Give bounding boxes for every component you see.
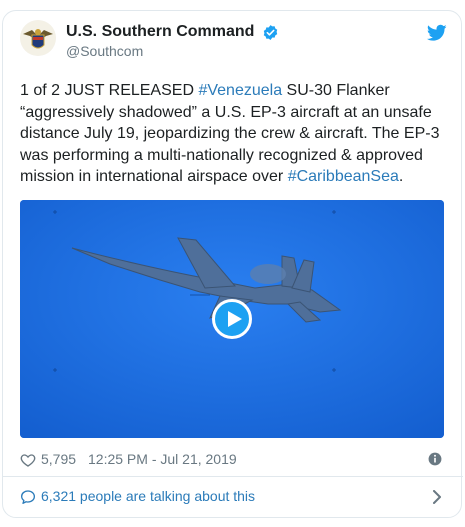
hashtag-link[interactable]: #CaribbeanSea bbox=[288, 168, 399, 185]
talking-about-text[interactable]: 6,321 people are talking about this bbox=[41, 488, 255, 504]
heart-icon[interactable] bbox=[20, 452, 36, 468]
verified-badge-icon bbox=[263, 24, 278, 40]
display-name[interactable]: U.S. Southern Command bbox=[66, 22, 254, 42]
play-button[interactable] bbox=[212, 299, 252, 339]
timestamp[interactable]: 12:25 PM - Jul 21, 2019 bbox=[88, 451, 237, 467]
avatar[interactable] bbox=[20, 20, 56, 56]
tweet-meta: 5,795 12:25 PM - Jul 21, 2019 bbox=[20, 450, 442, 470]
hashtag-link[interactable]: #Venezuela bbox=[198, 82, 282, 99]
chevron-right-icon[interactable] bbox=[432, 490, 442, 504]
info-icon[interactable] bbox=[428, 452, 442, 466]
author-block[interactable]: U.S. Southern Command @Southcom bbox=[66, 22, 279, 60]
handle[interactable]: @Southcom bbox=[66, 42, 279, 60]
like-count[interactable]: 5,795 bbox=[41, 451, 76, 467]
conversation-link[interactable]: 6,321 people are talking about this bbox=[20, 487, 442, 509]
tweet-text: 1 of 2 JUST RELEASED #Venezuela SU-30 Fl… bbox=[20, 80, 445, 188]
southcom-seal-icon bbox=[20, 20, 56, 56]
tweet-text-segment: 1 of 2 JUST RELEASED bbox=[20, 82, 199, 99]
twitter-bird-icon[interactable] bbox=[427, 24, 447, 42]
tweet-header: U.S. Southern Command @Southcom bbox=[20, 20, 447, 66]
divider bbox=[2, 476, 463, 477]
tweet-text-segment: . bbox=[398, 168, 404, 185]
speech-bubble-icon bbox=[21, 490, 35, 504]
play-icon bbox=[228, 311, 242, 327]
